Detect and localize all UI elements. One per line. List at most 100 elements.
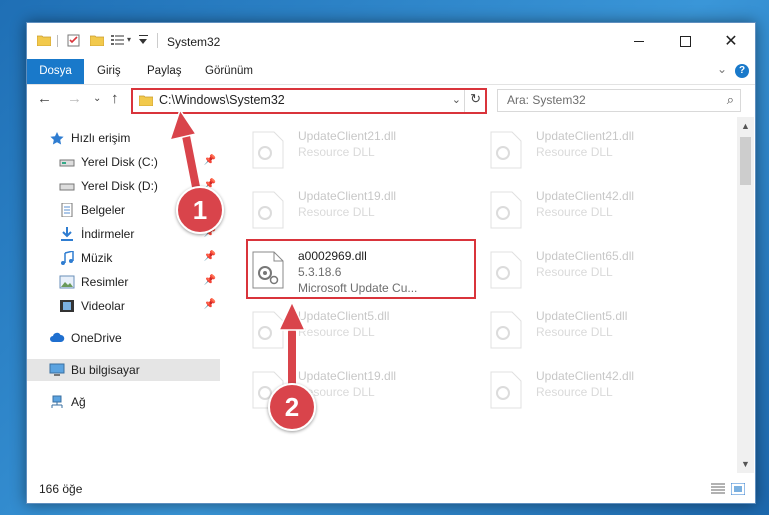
ribbon-tabs: Dosya Giriş Paylaş Görünüm ⌄ ? [27, 59, 755, 85]
pin-icon[interactable]: 📌 [204, 299, 216, 310]
dll-file-icon [490, 371, 522, 409]
dll-file-icon [252, 191, 284, 229]
item-count: 166 öğe [39, 482, 83, 496]
up-arrow-icon[interactable]: ↑ [111, 90, 119, 107]
expand-ribbon-chevron-icon[interactable]: ⌄ [717, 62, 727, 76]
sidebar-item-videos[interactable]: Videolar 📌 [27, 295, 220, 317]
address-bar[interactable]: C:\Windows\System32 ⌄ ↻ [131, 88, 487, 114]
scroll-up-arrow-icon[interactable]: ▲ [741, 121, 750, 131]
sidebar-item-label: Resimler [81, 275, 129, 289]
vertical-scrollbar[interactable]: ▲ ▼ [737, 117, 754, 473]
sidebar-item-label: Müzik [81, 251, 113, 265]
address-history-chevron-icon[interactable]: ⌄ [452, 93, 461, 106]
music-icon [61, 251, 74, 265]
computer-icon [49, 363, 65, 376]
file-tile[interactable]: UpdateClient42.dll Resource DLL [482, 363, 712, 415]
dll-file-icon [252, 311, 284, 349]
search-icon[interactable]: ⌕ [727, 92, 734, 108]
address-path[interactable]: C:\Windows\System32 [159, 93, 285, 107]
minimize-button[interactable] [616, 23, 662, 59]
sidebar-item-onedrive[interactable]: OneDrive [27, 327, 220, 349]
file-name: UpdateClient19.dll [298, 189, 397, 203]
file-tile[interactable]: UpdateClient21.dll Resource DLL [244, 123, 474, 175]
network-icon [51, 395, 63, 408]
sidebar-item-label: OneDrive [71, 331, 122, 345]
details-view-icon[interactable] [711, 483, 725, 495]
tab-view[interactable]: Görünüm [195, 59, 263, 84]
help-button[interactable]: ? [735, 64, 749, 78]
large-icons-view-icon[interactable] [731, 483, 745, 495]
documents-icon [61, 203, 73, 217]
sidebar-item-label: Belgeler [81, 203, 126, 217]
close-button[interactable]: ✕ [708, 23, 754, 59]
scroll-down-arrow-icon[interactable]: ▼ [741, 459, 750, 469]
folder-icon [139, 95, 153, 106]
window-title: System32 [167, 35, 221, 49]
toolbar-divider [57, 35, 58, 47]
forward-arrow-icon[interactable]: → [67, 90, 82, 107]
file-tile[interactable]: UpdateClient5.dll Resource DLL [482, 303, 712, 355]
videos-icon [60, 300, 74, 312]
downloads-icon [61, 227, 73, 241]
customize-quick-access-icon[interactable] [139, 35, 148, 45]
sidebar-item-label: Ağ [71, 395, 86, 409]
refresh-icon[interactable]: ↻ [470, 91, 481, 107]
sidebar-item-label: İndirmeler [81, 227, 135, 241]
new-folder-icon[interactable] [90, 34, 104, 46]
pin-icon[interactable]: 📌 [204, 275, 216, 286]
file-tile[interactable]: UpdateClient65.dll Resource DLL [482, 243, 712, 295]
file-tile[interactable]: UpdateClient5.dll Resource DLL [244, 303, 474, 355]
highlight-box [246, 239, 476, 299]
pin-icon[interactable]: 📌 [204, 251, 216, 262]
tab-home[interactable]: Giriş [87, 59, 131, 84]
file-description: Resource DLL [536, 265, 613, 279]
pin-icon[interactable]: 📌 [204, 155, 216, 166]
sidebar-item-local-disk-c[interactable]: Yerel Disk (C:) 📌 [27, 151, 220, 173]
sidebar-item-music[interactable]: Müzik 📌 [27, 247, 220, 269]
file-name: UpdateClient21.dll [298, 129, 397, 143]
back-arrow-icon[interactable]: ← [37, 90, 52, 107]
file-description: Resource DLL [536, 385, 613, 399]
file-tile[interactable]: UpdateClient19.dll Resource DLL [244, 183, 474, 235]
sidebar-item-network[interactable]: Ağ [27, 391, 220, 413]
callout-1: 1 [176, 186, 224, 234]
sidebar-item-pictures[interactable]: Resimler 📌 [27, 271, 220, 293]
scrollbar-thumb[interactable] [740, 137, 751, 185]
file-tile[interactable]: UpdateClient21.dll Resource DLL [482, 123, 712, 175]
dll-file-icon [490, 311, 522, 349]
sidebar-item-quick-access[interactable]: Hızlı erişim [27, 127, 220, 149]
pictures-icon [59, 275, 75, 289]
sidebar-item-this-pc[interactable]: Bu bilgisayar [27, 359, 220, 381]
dll-file-icon [490, 191, 522, 229]
file-description: Resource DLL [536, 145, 613, 159]
sidebar-item-label: Hızlı erişim [71, 131, 131, 145]
explorer-window: ▾ System32 ✕ Dosya Giriş Paylaş Görünüm … [26, 22, 756, 504]
title-divider [157, 33, 158, 48]
callout-2: 2 [268, 383, 316, 431]
sidebar-item-label: Yerel Disk (C:) [81, 155, 158, 169]
properties-icon[interactable] [67, 34, 80, 47]
close-icon: ✕ [724, 33, 738, 50]
dll-file-icon [490, 251, 522, 289]
tab-file[interactable]: Dosya [27, 59, 84, 84]
cloud-icon [50, 332, 65, 342]
file-tile[interactable]: UpdateClient42.dll Resource DLL [482, 183, 712, 235]
sidebar-item-label: Yerel Disk (D:) [81, 179, 158, 193]
star-icon [50, 132, 64, 145]
view-details-icon[interactable] [111, 34, 125, 46]
qa-dropdown-chevron-icon[interactable]: ▾ [127, 35, 131, 44]
title-bar[interactable]: ▾ System32 ✕ [27, 23, 755, 59]
sidebar-item-label: Videolar [81, 299, 125, 313]
navigation-bar: ← → ⌄ ↑ C:\Windows\System32 ⌄ ↻ Ara: Sys… [27, 85, 755, 115]
recent-locations-chevron-icon[interactable]: ⌄ [93, 93, 101, 104]
sidebar-item-label: Bu bilgisayar [71, 363, 140, 377]
status-bar: 166 öğe [27, 475, 755, 503]
dll-file-icon [490, 131, 522, 169]
file-name: UpdateClient42.dll [536, 369, 635, 383]
file-name: UpdateClient5.dll [298, 309, 390, 323]
dll-file-icon [252, 131, 284, 169]
search-placeholder: Ara: System32 [507, 93, 586, 107]
maximize-button[interactable] [662, 23, 708, 59]
tab-share[interactable]: Paylaş [137, 59, 192, 84]
search-box[interactable]: Ara: System32 ⌕ [497, 89, 741, 112]
